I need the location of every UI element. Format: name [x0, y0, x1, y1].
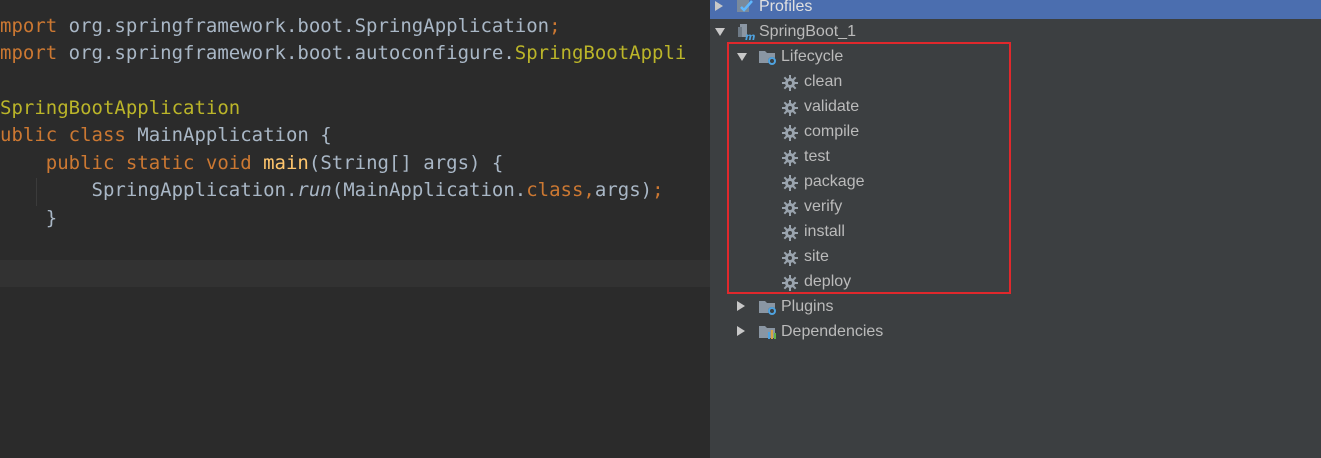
current-line-highlight [0, 260, 710, 287]
expand-arrow-icon[interactable] [737, 301, 745, 311]
tree-row-dependencies[interactable]: Dependencies [710, 319, 1321, 344]
expand-arrow-icon[interactable] [737, 326, 745, 336]
code-token: mport [0, 42, 69, 64]
code-token: mport [0, 15, 69, 37]
code-line[interactable]: mport org.springframework.boot.autoconfi… [0, 40, 686, 67]
code-editor[interactable]: mport org.springframework.boot.SpringApp… [0, 0, 710, 458]
code-line[interactable]: mport org.springframework.boot.SpringApp… [0, 13, 561, 40]
code-line[interactable]: SpringBootApplication [0, 95, 240, 122]
profiles-label: Profiles [759, 0, 813, 15]
tree-row-plugins[interactable]: Plugins [710, 294, 1321, 319]
plugins-label: Plugins [781, 298, 834, 315]
code-token: class [526, 179, 584, 201]
code-line[interactable]: public static void main(String[] args) { [0, 150, 504, 177]
code-token: (String[] args) { [308, 152, 504, 174]
dependencies-label: Dependencies [781, 323, 884, 340]
code-token: SpringApplication. [0, 179, 298, 201]
tree-row-project[interactable]: m SpringBoot_1 [710, 19, 1321, 44]
code-line[interactable]: } [0, 205, 57, 232]
code-token: ; [652, 179, 664, 201]
expand-arrow-icon[interactable] [715, 1, 723, 11]
code-token: MainApplication { [137, 124, 332, 146]
code-line[interactable]: ublic class MainApplication { [0, 122, 332, 149]
code-token: SpringBootAppli [514, 42, 687, 64]
code-token: ublic class [0, 124, 138, 146]
code-line[interactable]: SpringApplication.run(MainApplication.cl… [0, 177, 664, 204]
code-token: org.springframework.boot.autoconfigure. [68, 42, 515, 64]
tree-row-profiles[interactable]: Profiles [710, 0, 1321, 19]
lifecycle-highlight-box [727, 42, 1011, 294]
code-token: ; [549, 15, 561, 37]
code-token: } [0, 207, 58, 229]
code-token: , [583, 179, 595, 201]
project-label: SpringBoot_1 [759, 23, 856, 40]
code-token: (MainApplication. [331, 179, 527, 201]
folder-bars-icon [758, 323, 778, 349]
code-token: args) [594, 179, 653, 201]
code-token: main [263, 152, 309, 174]
code-token: org.springframework.boot.SpringApplicati… [68, 15, 550, 37]
code-token: SpringBootApplication [0, 97, 241, 119]
svg-text:m: m [745, 32, 755, 41]
collapse-arrow-icon[interactable] [715, 28, 725, 36]
code-token: public static void [0, 152, 264, 174]
code-token: run [297, 179, 332, 201]
